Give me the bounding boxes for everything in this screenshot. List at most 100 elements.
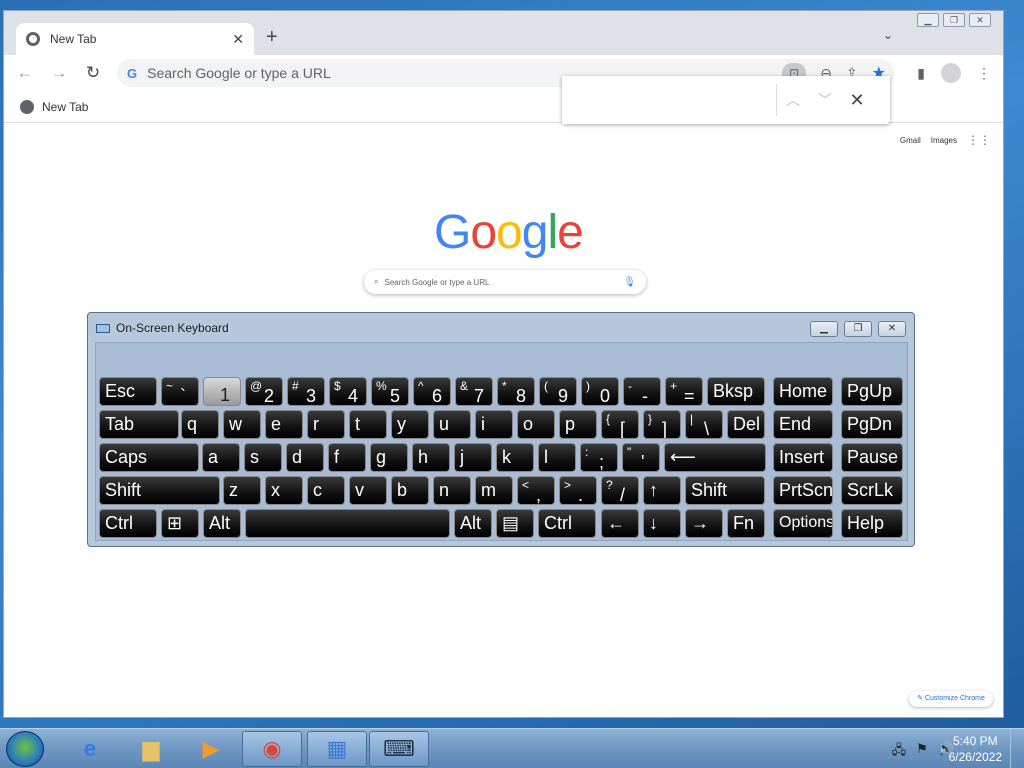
key-7[interactable]: & 7 — [455, 377, 493, 406]
find-next-icon[interactable]: ﹀ — [809, 90, 841, 110]
key-k[interactable]: k — [496, 443, 534, 472]
key-x[interactable]: x — [265, 476, 303, 505]
network-icon[interactable]: 🖧 — [892, 741, 907, 763]
key-e[interactable]: e — [265, 410, 303, 439]
apps-grid-icon[interactable]: ⋮⋮ — [967, 133, 991, 147]
osk-maximize-icon[interactable]: ❐ — [844, 321, 872, 337]
key-shift[interactable]: Shift — [685, 476, 765, 505]
ntp-search-box[interactable]: ⌕ Search Google or type a URL 🎙 — [364, 270, 646, 294]
key-help[interactable]: Help — [841, 509, 903, 538]
find-input[interactable] — [562, 76, 776, 124]
bookmark-new-tab[interactable]: New Tab — [42, 100, 88, 114]
key-j[interactable]: j — [454, 443, 492, 472]
windows-explorer-icon[interactable]: ▆ — [121, 731, 181, 767]
show-desktop-button[interactable] — [1010, 729, 1024, 768]
key-t[interactable]: t — [349, 410, 387, 439]
key--0-12[interactable]: -- — [623, 377, 661, 406]
back-arrow-icon[interactable]: ← — [12, 63, 38, 83]
key-r[interactable]: r — [307, 410, 345, 439]
key--2-10[interactable]: :; — [580, 443, 618, 472]
tab-search-chevron-icon[interactable]: ⌄ — [883, 28, 893, 42]
key--4-7[interactable]: ← — [601, 509, 639, 538]
osk-minimize-icon[interactable]: ▁ — [810, 321, 838, 337]
key-h[interactable]: h — [412, 443, 450, 472]
on-screen-keyboard-taskbar-icon[interactable]: ⌨ — [369, 731, 429, 767]
key-pause[interactable]: Pause — [841, 443, 903, 472]
key-shift[interactable]: Shift — [99, 476, 220, 505]
key-b[interactable]: b — [391, 476, 429, 505]
key-alt[interactable]: Alt — [454, 509, 492, 538]
key-z[interactable]: z — [223, 476, 261, 505]
key-home[interactable]: Home — [773, 377, 833, 406]
osk-close-icon[interactable]: ✕ — [878, 321, 906, 337]
key-9[interactable]: (9 — [539, 377, 577, 406]
key-pgdn[interactable]: PgDn — [841, 410, 903, 439]
key-esc[interactable]: Esc — [99, 377, 157, 406]
key-a[interactable]: a — [202, 443, 240, 472]
key--4-8[interactable]: ↓ — [643, 509, 681, 538]
find-previous-icon[interactable]: ︿ — [777, 90, 809, 110]
key-5[interactable]: % 5 — [371, 377, 409, 406]
key-c[interactable]: c — [307, 476, 345, 505]
key-tab[interactable]: Tab — [99, 410, 179, 439]
key-del[interactable]: Del — [727, 410, 765, 439]
forward-arrow-icon[interactable]: → — [46, 63, 72, 83]
key-n[interactable]: n — [433, 476, 471, 505]
key-f[interactable]: f — [328, 443, 366, 472]
clock[interactable]: 5:40 PM 6/26/2022 — [949, 733, 1002, 765]
menu-kebab-icon[interactable]: ⋮ — [977, 65, 991, 82]
key-bksp[interactable]: Bksp — [707, 377, 765, 406]
key--0-13[interactable]: + = — [665, 377, 703, 406]
key-scrlk[interactable]: ScrLk — [841, 476, 903, 505]
key-l[interactable]: l — [538, 443, 576, 472]
key-3[interactable]: #3 — [287, 377, 325, 406]
key--2-12[interactable]: ⟵ — [664, 443, 766, 472]
images-link[interactable]: Images — [931, 136, 957, 145]
key-m[interactable]: m — [475, 476, 513, 505]
key-y[interactable]: y — [391, 410, 429, 439]
key--4-9[interactable]: → — [685, 509, 723, 538]
key-w[interactable]: w — [223, 410, 261, 439]
key-insert[interactable]: Insert — [773, 443, 833, 472]
key-1[interactable]: 1 — [203, 377, 241, 406]
profile-avatar-icon[interactable] — [941, 63, 961, 83]
key-q[interactable]: q — [181, 410, 219, 439]
key--1-13[interactable]: | \ — [685, 410, 723, 439]
key-i[interactable]: i — [475, 410, 513, 439]
tab-close-icon[interactable]: ✕ — [232, 31, 244, 48]
key--3-10[interactable]: ? / — [601, 476, 639, 505]
customize-chrome-button[interactable]: ✎ Customize Chrome — [909, 691, 993, 707]
key-options[interactable]: Options — [773, 509, 833, 538]
key-v[interactable]: v — [349, 476, 387, 505]
internet-explorer-icon[interactable]: e — [60, 731, 120, 767]
key-alt[interactable]: Alt — [203, 509, 241, 538]
key-space[interactable] — [245, 509, 450, 538]
media-player-icon[interactable]: ▶ — [181, 731, 241, 767]
key--1-12[interactable]: }] — [643, 410, 681, 439]
key-u[interactable]: u — [433, 410, 471, 439]
key-ctrl[interactable]: Ctrl — [99, 509, 157, 538]
key-8[interactable]: * 8 — [497, 377, 535, 406]
key-d[interactable]: d — [286, 443, 324, 472]
side-panel-icon[interactable]: ▮ — [917, 65, 925, 82]
key--3-11[interactable]: ↑ — [643, 476, 681, 505]
gmail-link[interactable]: Gmail — [900, 136, 921, 145]
key-2[interactable]: @2 — [245, 377, 283, 406]
find-close-icon[interactable]: ✕ — [841, 90, 873, 111]
key-fn[interactable]: Fn — [727, 509, 765, 538]
control-panel-icon[interactable]: ▦ — [307, 731, 367, 767]
key-o[interactable]: o — [517, 410, 555, 439]
key--3-8[interactable]: <, — [517, 476, 555, 505]
key-ctrl[interactable]: Ctrl — [538, 509, 596, 538]
mic-icon[interactable]: 🎙 — [623, 277, 636, 288]
start-orb-icon[interactable] — [6, 731, 44, 767]
key-pgup[interactable]: PgUp — [841, 377, 903, 406]
key--0-1[interactable]: ~ ` — [161, 377, 199, 406]
tab-new-tab[interactable]: New Tab ✕ — [16, 23, 254, 55]
key-p[interactable]: p — [559, 410, 597, 439]
key-6[interactable]: ^ 6 — [413, 377, 451, 406]
key-0[interactable]: ) 0 — [581, 377, 619, 406]
key--2-11[interactable]: " ' — [622, 443, 660, 472]
key-end[interactable]: End — [773, 410, 833, 439]
close-window-icon[interactable]: ✕ — [969, 13, 991, 27]
